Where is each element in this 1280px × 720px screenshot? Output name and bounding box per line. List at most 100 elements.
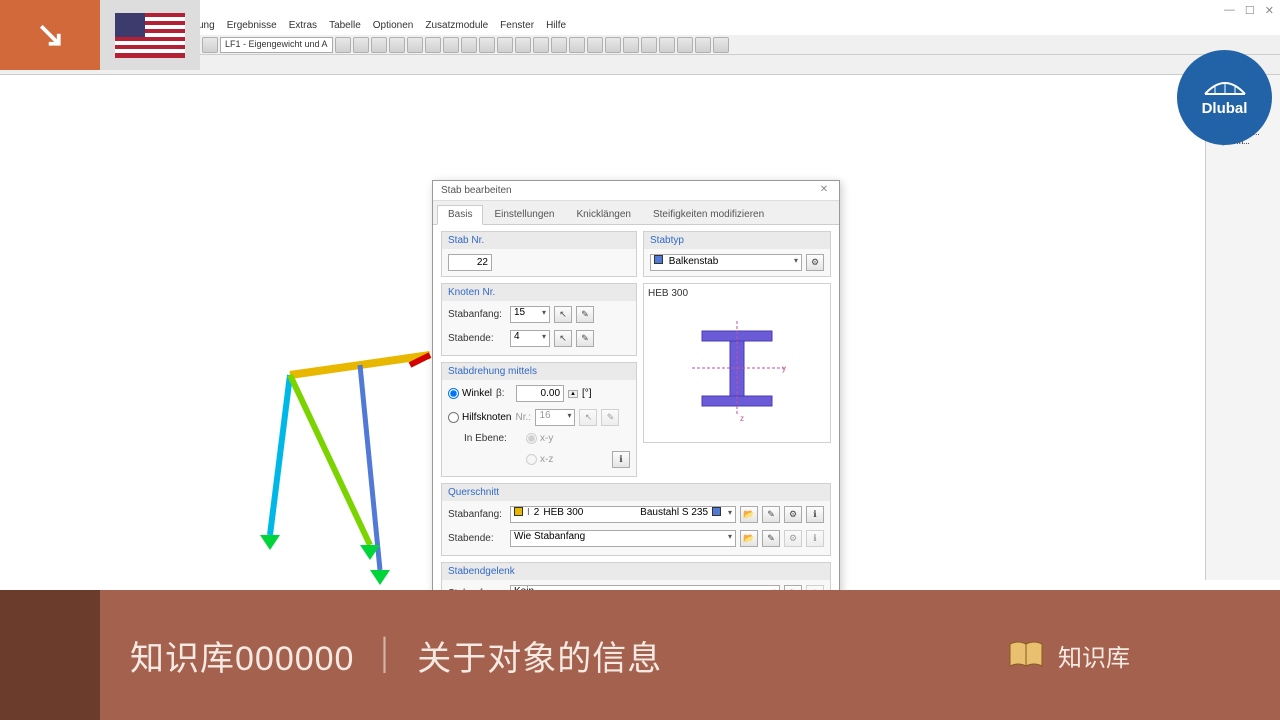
dialog-title: Stab bearbeiten — [441, 185, 512, 196]
group-knoten: Knoten Nr. Stabanfang: 15 ↖ ✎ Stabende: … — [441, 283, 637, 356]
group-title: Querschnitt — [442, 484, 830, 501]
footer-kb-badge: 知识库 — [1008, 638, 1130, 673]
toolbar-icon[interactable] — [202, 37, 218, 53]
cross-section-preview: HEB 300 y z — [643, 283, 831, 443]
minimize-button[interactable]: — — [1224, 4, 1235, 17]
querschnitt-anfang-select[interactable]: I 2 HEB 300 Baustahl S 235 — [510, 506, 736, 523]
toolbar-icon[interactable] — [443, 37, 459, 53]
close-button[interactable]: ✕ — [1265, 4, 1274, 17]
group-title: Stabendgelenk — [442, 563, 830, 580]
stabtyp-edit-icon[interactable]: ⚙ — [806, 254, 824, 271]
maximize-button[interactable]: ☐ — [1245, 4, 1255, 17]
menu-item[interactable]: Tabelle — [329, 20, 361, 34]
footer-accent — [0, 590, 100, 720]
tab-knicklaengen[interactable]: Knicklängen — [566, 205, 642, 224]
label: Nr.: — [515, 412, 531, 423]
toolbar-icon[interactable] — [389, 37, 405, 53]
svg-text:y: y — [782, 364, 786, 373]
us-flag-icon — [115, 13, 185, 58]
footer-divider: │ — [376, 638, 395, 672]
menu-item[interactable]: ung — [198, 20, 215, 34]
menu-item[interactable]: Ergebnisse — [227, 20, 277, 34]
toolbar-icon[interactable] — [371, 37, 387, 53]
toolbar-icon[interactable] — [533, 37, 549, 53]
label: Stabanfang: — [448, 309, 506, 320]
label: Stabende: — [448, 333, 506, 344]
menu-item[interactable]: Extras — [289, 20, 317, 34]
dialog-close-icon[interactable]: ✕ — [817, 184, 831, 198]
pick-node-icon[interactable]: ↖ — [554, 306, 572, 323]
dialog-titlebar[interactable]: Stab bearbeiten ✕ — [433, 181, 839, 201]
knoten-ende-select[interactable]: 4 — [510, 330, 550, 347]
group-title: Knoten Nr. — [442, 284, 636, 301]
beta-input[interactable] — [516, 385, 564, 402]
library-icon[interactable]: 📂 — [740, 530, 758, 547]
info-icon[interactable]: ℹ — [806, 530, 824, 547]
info-icon[interactable]: ℹ — [806, 506, 824, 523]
toolbar-icon[interactable] — [605, 37, 621, 53]
beta-spinner[interactable]: ▲ — [568, 390, 578, 398]
pick-node-icon[interactable]: ↖ — [554, 330, 572, 347]
radio-xy: x-y — [526, 433, 553, 444]
ibeam-icon: y z — [682, 316, 792, 426]
language-flag-us[interactable] — [100, 0, 200, 70]
new-icon[interactable]: ✎ — [762, 530, 780, 547]
radio-hilfsknoten[interactable]: Hilfsknoten — [448, 412, 511, 423]
menu-item[interactable]: Optionen — [373, 20, 414, 34]
radio-winkel[interactable]: Winkel — [448, 388, 492, 399]
group-title: Stabtyp — [644, 232, 830, 249]
footer-kb-id: 知识库000000 — [130, 631, 354, 680]
toolbar-icon[interactable] — [407, 37, 423, 53]
toolbar-icon[interactable] — [515, 37, 531, 53]
footer-kb-label: 知识库 — [1058, 638, 1130, 673]
toolbar-icon[interactable] — [623, 37, 639, 53]
toolbar-icon[interactable] — [641, 37, 657, 53]
knoten-anfang-select[interactable]: 15 — [510, 306, 550, 323]
toolbar-icon[interactable] — [587, 37, 603, 53]
menu-bar: ung Ergebnisse Extras Tabelle Optionen Z… — [190, 20, 1280, 34]
menu-item[interactable]: Zusatzmodule — [425, 20, 488, 34]
new-icon[interactable]: ✎ — [762, 506, 780, 523]
menu-item[interactable]: Fenster — [500, 20, 534, 34]
brand-corner-badge — [0, 0, 100, 70]
window-controls: — ☐ ✕ — [1224, 4, 1274, 17]
logo-text: Dlubal — [1202, 100, 1248, 117]
toolbar-icon[interactable] — [569, 37, 585, 53]
edit-icon[interactable]: ⚙ — [784, 506, 802, 523]
video-footer-banner: 知识库000000 │ 关于对象的信息 知识库 — [0, 590, 1280, 720]
toolbar-icon[interactable] — [695, 37, 711, 53]
loadcase-selector[interactable]: LF1 - Eigengewicht und A — [220, 37, 333, 53]
tab-einstellungen[interactable]: Einstellungen — [483, 205, 565, 224]
toolbar-icon[interactable] — [659, 37, 675, 53]
group-stabtyp: Stabtyp Balkenstab ⚙ — [643, 231, 831, 277]
tab-steifigkeiten[interactable]: Steifigkeiten modifizieren — [642, 205, 775, 224]
new-node-icon[interactable]: ✎ — [576, 306, 594, 323]
toolbar-icon[interactable] — [353, 37, 369, 53]
group-querschnitt: Querschnitt Stabanfang: I 2 HEB 300 Baus… — [441, 483, 831, 556]
toolbar-icon[interactable] — [425, 37, 441, 53]
menu-item[interactable]: Hilfe — [546, 20, 566, 34]
querschnitt-ende-select[interactable]: Wie Stabanfang — [510, 530, 736, 547]
label: Stabanfang: — [448, 509, 506, 520]
info-icon[interactable]: ℹ — [612, 451, 630, 468]
toolbar-icon[interactable] — [677, 37, 693, 53]
stab-nr-input[interactable] — [448, 254, 492, 271]
group-drehung: Stabdrehung mittels Winkel β: ▲ [°] Hilf… — [441, 362, 637, 477]
label: Stabende: — [448, 533, 506, 544]
tab-basis[interactable]: Basis — [437, 205, 483, 225]
footer-subtitle: 关于对象的信息 — [417, 631, 662, 680]
stabtyp-select[interactable]: Balkenstab — [650, 254, 802, 271]
toolbar-icon[interactable] — [479, 37, 495, 53]
toolbar-icon[interactable] — [461, 37, 477, 53]
arrow-down-right-icon — [35, 20, 65, 50]
toolbar-icon[interactable] — [713, 37, 729, 53]
edit-icon[interactable]: ⚙ — [784, 530, 802, 547]
toolbar-icon[interactable] — [551, 37, 567, 53]
toolbar-icon[interactable] — [497, 37, 513, 53]
library-icon[interactable]: 📂 — [740, 506, 758, 523]
hilfsknoten-select: 16 — [535, 409, 575, 426]
group-title: Stab Nr. — [442, 232, 636, 249]
group-stab-nr: Stab Nr. — [441, 231, 637, 277]
toolbar-icon[interactable] — [335, 37, 351, 53]
new-node-icon[interactable]: ✎ — [576, 330, 594, 347]
